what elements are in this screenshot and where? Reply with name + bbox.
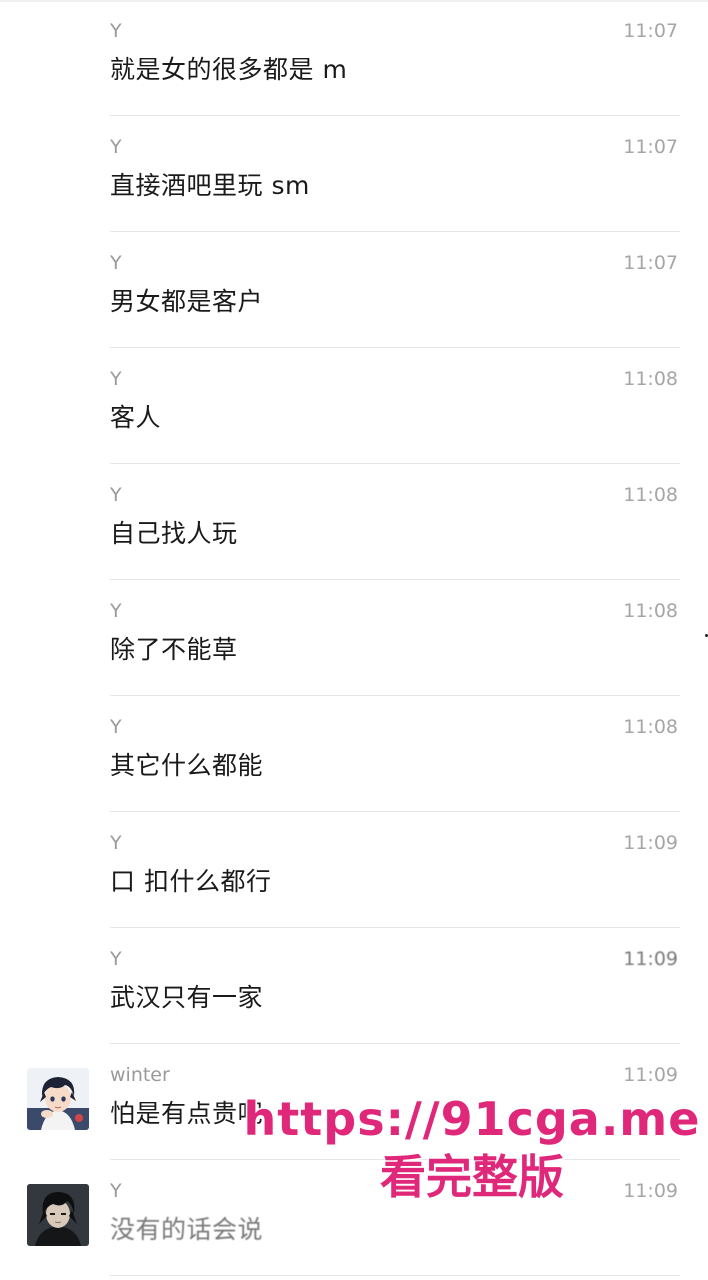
sender-name: Y (110, 1180, 122, 1202)
message-time: 11:08 (623, 716, 678, 738)
message-time: 11:09 (623, 832, 678, 854)
list-item[interactable]: Y 11:08 客人 (0, 348, 708, 464)
message-text: 没有的话会说 (110, 1215, 264, 1244)
sender-name: Y (110, 600, 122, 622)
message-time: 11:09 (623, 1064, 678, 1086)
avatar[interactable] (27, 1068, 89, 1130)
sender-name: Y (110, 948, 122, 970)
message-time: 11:07 (623, 252, 678, 274)
message-time: 11:08 (623, 484, 678, 506)
watermark-overlay: https://91cga.me 看完整版 (242, 1090, 702, 1206)
watermark-url: https://91cga.me (242, 1091, 701, 1148)
message-text: 直接酒吧里玩 sm (110, 171, 310, 200)
message-time: 11:08 (623, 600, 678, 622)
dark-hair-avatar-icon (27, 1184, 89, 1246)
message-text: 武汉只有一家 (110, 983, 264, 1012)
sender-name: Y (110, 832, 122, 854)
message-text: 其它什么都能 (110, 751, 264, 780)
message-text: 除了不能草 (110, 635, 238, 664)
sender-name: Y (110, 20, 122, 42)
list-item[interactable]: Y 11:08 除了不能草 (0, 580, 708, 696)
message-time: 11:07 (623, 136, 678, 158)
message-time: 11:07 (623, 20, 678, 42)
list-item[interactable]: Y 11:08 自己找人玩 (0, 464, 708, 580)
list-item[interactable]: Y 11:07 直接酒吧里玩 sm (0, 116, 708, 232)
anime-boy-avatar-icon (27, 1068, 89, 1130)
sender-name: Y (110, 136, 122, 158)
message-text: 就是女的很多都是 m (110, 55, 348, 84)
list-item[interactable]: Y 11:09 口 扣什么都行 (0, 812, 708, 928)
list-item[interactable]: Y 11:07 就是女的很多都是 m (0, 0, 708, 116)
sender-name: Y (110, 484, 122, 506)
message-text: 男女都是客户 (110, 287, 264, 316)
message-text: 口 扣什么都行 (110, 867, 272, 896)
sender-name: Y (110, 368, 122, 390)
message-text: 客人 (110, 403, 162, 432)
sender-name: Y (110, 716, 122, 738)
watermark-subtitle: 看完整版 (379, 1149, 566, 1206)
message-time: 11:09 (623, 948, 678, 970)
sender-name: winter (110, 1064, 170, 1086)
chat-history-list[interactable]: Y 11:07 就是女的很多都是 m Y 11:07 直接酒吧里玩 sm Y 1… (0, 0, 708, 1276)
list-item[interactable]: Y 11:09 武汉只有一家 (0, 928, 708, 1044)
sender-name: Y (110, 252, 122, 274)
divider (110, 1275, 680, 1276)
message-text: 怕是有点贵吧 (110, 1099, 264, 1128)
list-item[interactable]: Y 11:07 男女都是客户 (0, 232, 708, 348)
list-item[interactable]: Y 11:08 其它什么都能 (0, 696, 708, 812)
message-text: 自己找人玩 (110, 519, 238, 548)
message-time: 11:08 (623, 368, 678, 390)
avatar[interactable] (27, 1184, 89, 1246)
